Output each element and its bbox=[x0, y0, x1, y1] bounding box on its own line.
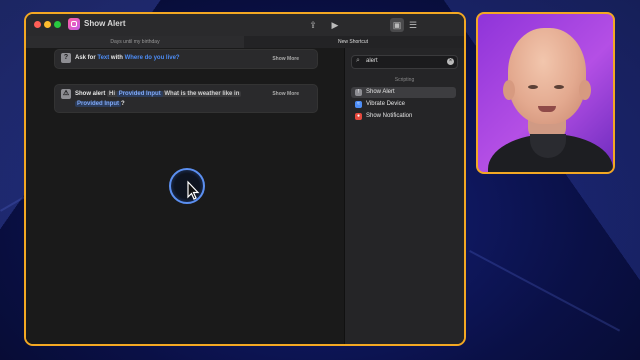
alert-text-rest: What is the weather like in bbox=[164, 91, 240, 97]
share-icon[interactable]: ⇪ bbox=[306, 18, 320, 32]
show-alert-action[interactable]: ⚠ Show alert Hi Provided Input What is t… bbox=[54, 84, 318, 113]
provided-input-token[interactable]: Provided Input bbox=[75, 101, 121, 107]
minimize-window-button[interactable] bbox=[44, 21, 51, 28]
presenter-eye bbox=[554, 85, 564, 89]
presenter-mouth bbox=[538, 106, 556, 112]
alert-icon: ! bbox=[355, 89, 362, 96]
question-icon: ? bbox=[61, 53, 71, 63]
warning-icon: ⚠ bbox=[61, 89, 71, 99]
window-title: Show Alert bbox=[84, 19, 126, 28]
clear-search-icon[interactable]: × bbox=[447, 58, 454, 65]
result-show-alert[interactable]: ! Show Alert bbox=[351, 87, 456, 98]
provided-input-token[interactable]: Provided Input bbox=[116, 91, 163, 97]
show-more-button[interactable]: Show More bbox=[272, 56, 299, 62]
notification-icon: ● bbox=[355, 113, 362, 120]
result-vibrate-device[interactable]: ≈ Vibrate Device bbox=[351, 99, 456, 110]
search-input[interactable]: alert bbox=[366, 58, 378, 64]
presenter-ear bbox=[579, 80, 591, 100]
result-show-notification[interactable]: ● Show Notification bbox=[351, 111, 456, 122]
section-label: Scripting bbox=[394, 77, 415, 83]
show-more-button[interactable]: Show More bbox=[272, 91, 299, 97]
tab-new-shortcut[interactable]: New Shortcut bbox=[244, 36, 462, 48]
result-label: Show Notification bbox=[366, 113, 413, 119]
ask-for-label: Ask for Text with Where do you live? bbox=[75, 55, 180, 61]
shortcut-app-icon[interactable] bbox=[68, 18, 80, 30]
prompt-token[interactable]: Where do you live? bbox=[125, 55, 180, 61]
library-icon[interactable]: ▣ bbox=[390, 18, 404, 32]
actions-sidebar: ⌕ alert × Scripting ! Show Alert ≈ Vibra… bbox=[344, 48, 464, 344]
details-icon[interactable]: ☰ bbox=[406, 18, 420, 32]
action-name: Ask for bbox=[75, 55, 96, 61]
title-bar: Show Alert ⇪ ▶ ▣ ☰ bbox=[26, 14, 464, 37]
alert-text-field[interactable]: Hi Provided Input What is the weather li… bbox=[107, 91, 242, 97]
run-icon[interactable]: ▶ bbox=[328, 18, 342, 32]
pointer-icon bbox=[187, 180, 200, 200]
presenter-head bbox=[503, 28, 591, 124]
shortcut-editor: ? Ask for Text with Where do you live? S… bbox=[26, 48, 344, 344]
with-label: with bbox=[110, 55, 123, 61]
close-window-button[interactable] bbox=[34, 21, 41, 28]
shortcuts-window: Show Alert ⇪ ▶ ▣ ☰ Days until my birthda… bbox=[24, 12, 466, 346]
zoom-window-button[interactable] bbox=[54, 21, 61, 28]
webcam-overlay bbox=[476, 12, 615, 174]
search-icon: ⌕ bbox=[356, 57, 360, 64]
show-alert-label: Show alert Hi Provided Input What is the… bbox=[75, 91, 242, 97]
alert-text-hi: Hi bbox=[109, 91, 116, 97]
vibrate-icon: ≈ bbox=[355, 101, 362, 108]
alert-text-end: ? bbox=[121, 101, 125, 107]
ask-for-action[interactable]: ? Ask for Text with Where do you live? S… bbox=[54, 49, 318, 69]
input-type-token[interactable]: Text bbox=[97, 55, 109, 61]
tab-days-until-birthday[interactable]: Days until my birthday bbox=[26, 36, 244, 48]
result-label: Vibrate Device bbox=[366, 101, 405, 107]
cursor-highlight bbox=[169, 168, 205, 204]
search-field[interactable]: ⌕ alert × bbox=[351, 55, 458, 69]
presenter-eye bbox=[528, 85, 538, 89]
presenter-ear bbox=[503, 80, 515, 100]
action-name: Show alert bbox=[75, 91, 106, 97]
result-label: Show Alert bbox=[366, 89, 395, 95]
show-alert-line2: Provided Input? bbox=[75, 101, 125, 107]
